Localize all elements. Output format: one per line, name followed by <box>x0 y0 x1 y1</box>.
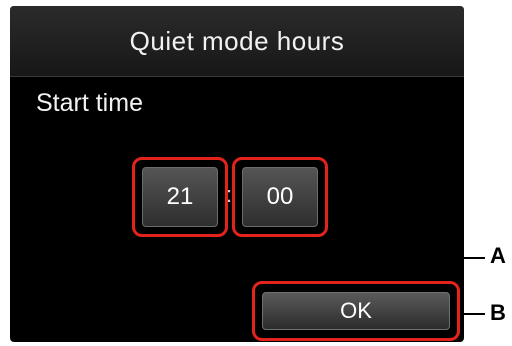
printer-lcd-screen: Quiet mode hours Start time 21 : 00 OK <box>10 6 464 342</box>
hour-field[interactable]: 21 <box>142 167 218 227</box>
screen-title: Quiet mode hours <box>129 25 345 56</box>
start-time-label: Start time <box>36 89 143 117</box>
minute-field[interactable]: 00 <box>242 167 318 227</box>
title-bar: Quiet mode hours <box>10 6 464 77</box>
hour-highlight-box: 21 <box>132 157 228 237</box>
callout-label-b: B <box>490 300 506 325</box>
ok-highlight-box: OK <box>252 281 460 341</box>
ok-button[interactable]: OK <box>262 292 450 330</box>
callout-label-a: A <box>490 243 506 268</box>
minute-highlight-box: 00 <box>232 157 328 237</box>
manual-illustration: Quiet mode hours Start time 21 : 00 OK A… <box>0 0 512 346</box>
